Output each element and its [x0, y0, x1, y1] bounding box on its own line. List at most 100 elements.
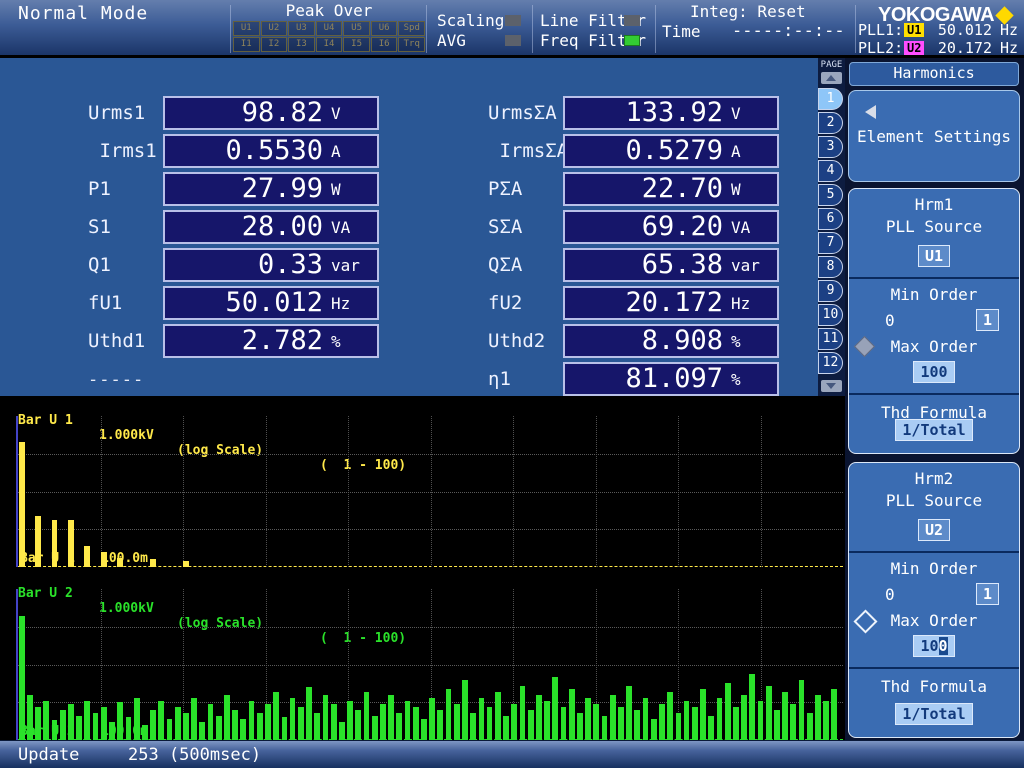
measurement-row: SΣA69.20VA — [0, 210, 845, 244]
line-filter-state-icon — [624, 15, 640, 26]
harmonic-bar-order-57 — [479, 698, 485, 740]
harmonic-bar-order-15 — [134, 698, 140, 740]
peak-over-title: Peak Over — [233, 1, 425, 20]
page-tab-10[interactable]: 10 — [818, 304, 843, 326]
harmonic-bar-order-23 — [199, 722, 205, 740]
harmonic-bar-order-13 — [117, 558, 123, 567]
measurement-value-box: 22.70W — [563, 172, 779, 206]
page-tab-2[interactable]: 2 — [818, 112, 843, 134]
harmonic-bar-order-62 — [520, 686, 526, 740]
harmonic-bar-order-79 — [659, 704, 665, 740]
harmonic-bar-order-12 — [109, 722, 115, 740]
harmonic-bar-order-87 — [725, 683, 731, 740]
pll-source-value[interactable]: U2 — [918, 519, 950, 541]
harmonic-bar-order-49 — [413, 707, 419, 740]
measurement-value-box: 69.20VA — [563, 210, 779, 244]
harmonic-bar-order-96 — [799, 680, 805, 740]
page-tab-9[interactable]: 9 — [818, 280, 843, 302]
header-divider — [230, 5, 231, 53]
measurement-row: Uthd2 8.908% — [0, 324, 845, 358]
harmonic-bar-order-42 — [355, 710, 361, 740]
harmonic-bar-order-89 — [741, 695, 747, 740]
harmonic-bar-order-91 — [758, 701, 764, 740]
page-tab-6[interactable]: 6 — [818, 208, 843, 230]
element-settings-button[interactable]: Element Settings — [848, 90, 1020, 182]
page-scroll-down-icon[interactable] — [821, 380, 842, 392]
max-order-value[interactable]: 100 — [913, 635, 954, 657]
harmonic-bar-order-48 — [405, 701, 411, 740]
measurement-row: QΣA65.38var — [0, 248, 845, 282]
page-tab-4[interactable]: 4 — [818, 160, 843, 182]
measurement-value-box: 20.172Hz — [563, 286, 779, 320]
mode-indicator: Normal Mode — [18, 3, 148, 24]
pll1-unit: Hz — [992, 21, 1018, 39]
page-tab-5[interactable]: 5 — [818, 184, 843, 206]
measurement-value: 69.20 — [565, 212, 723, 242]
peak-over-indicator: I1 — [233, 37, 260, 52]
harmonic-bar-order-72 — [602, 716, 608, 740]
measurement-value-box: 81.097% — [563, 362, 779, 396]
time-label: Time — [662, 22, 701, 41]
page-tab-1[interactable]: 1 — [818, 88, 843, 110]
harmonic-bar-order-68 — [569, 689, 575, 740]
pll1-source-chip: U1 — [904, 23, 924, 37]
min-order-zero: 0 — [885, 311, 895, 330]
measurement-value-box: 0.5279A — [563, 134, 779, 168]
harmonic-bar-order-58 — [487, 707, 493, 740]
harmonic-bar-order-78 — [651, 719, 657, 740]
measurement-label: IrmsΣA — [488, 134, 568, 168]
pll1-frequency: 50.012 — [924, 21, 992, 39]
min-order-value[interactable]: 1 — [976, 583, 999, 605]
pll2-readout: PLL2: U2 20.172 Hz — [858, 38, 1018, 57]
harmonic-bar-order-90 — [749, 674, 755, 740]
harmonic-bar-order-9 — [84, 546, 90, 567]
divider — [849, 667, 1019, 669]
harmonic-charts-area: Bar U 1 1.000kV (log Scale) ( 1 - 100) B… — [0, 396, 845, 740]
harmonic-bar-order-7 — [68, 704, 74, 740]
measurement-label: fU2 — [488, 286, 522, 320]
harmonic-bar-order-61 — [511, 704, 517, 740]
grid-hline — [18, 665, 843, 666]
harmonic-bar-order-4 — [43, 701, 49, 740]
page-tab-12[interactable]: 12 — [818, 352, 843, 374]
max-order-value[interactable]: 100 — [913, 361, 954, 383]
measurement-value: 20.172 — [565, 288, 723, 318]
empty-measurement-dashes: ----- — [88, 370, 144, 390]
harmonic-bar-order-99 — [823, 701, 829, 740]
harmonic-bar-order-69 — [577, 713, 583, 740]
update-count: 253 (500msec) — [128, 745, 261, 765]
measurement-unit: % — [723, 332, 777, 351]
pll-source-label: PLL Source — [849, 217, 1019, 236]
grid-hline — [18, 492, 843, 493]
pll-source-value[interactable]: U1 — [918, 245, 950, 267]
harmonic-bar-order-46 — [388, 695, 394, 740]
harmonic-bar-order-65 — [544, 701, 550, 740]
measurement-value-box: 8.908% — [563, 324, 779, 358]
harmonic-bar-order-39 — [331, 704, 337, 740]
harmonic-bar-order-95 — [790, 704, 796, 740]
thd-formula-value[interactable]: 1/Total — [895, 419, 972, 441]
measurement-label: Uthd2 — [488, 324, 545, 358]
page-tab-11[interactable]: 11 — [818, 328, 843, 350]
page-tab-3[interactable]: 3 — [818, 136, 843, 158]
measurement-row: fU2 20.172Hz — [0, 286, 845, 320]
harmonic-bar-order-35 — [298, 707, 304, 740]
peak-over-indicator: U2 — [261, 21, 288, 36]
measurement-value: 65.38 — [565, 250, 723, 280]
harmonic-bar-order-29 — [249, 701, 255, 740]
peak-over-indicator: U4 — [316, 21, 343, 36]
min-order-value[interactable]: 1 — [976, 309, 999, 331]
harmonic-bar-order-17 — [150, 710, 156, 740]
thd-formula-value[interactable]: 1/Total — [895, 703, 972, 725]
measurement-value: 133.92 — [565, 98, 723, 128]
page-scroll-up-icon[interactable] — [821, 72, 842, 84]
page-tab-8[interactable]: 8 — [818, 256, 843, 278]
harmonic-bar-order-45 — [380, 704, 386, 740]
harmonic-bar-order-71 — [593, 704, 599, 740]
min-order-label: Min Order — [849, 559, 1019, 578]
page-tab-7[interactable]: 7 — [818, 232, 843, 254]
group-name: Hrm1 — [849, 195, 1019, 214]
grid-hline — [18, 529, 843, 530]
min-order-label: Min Order — [849, 285, 1019, 304]
chart2-bottom-scale: 100.0m — [101, 724, 148, 739]
